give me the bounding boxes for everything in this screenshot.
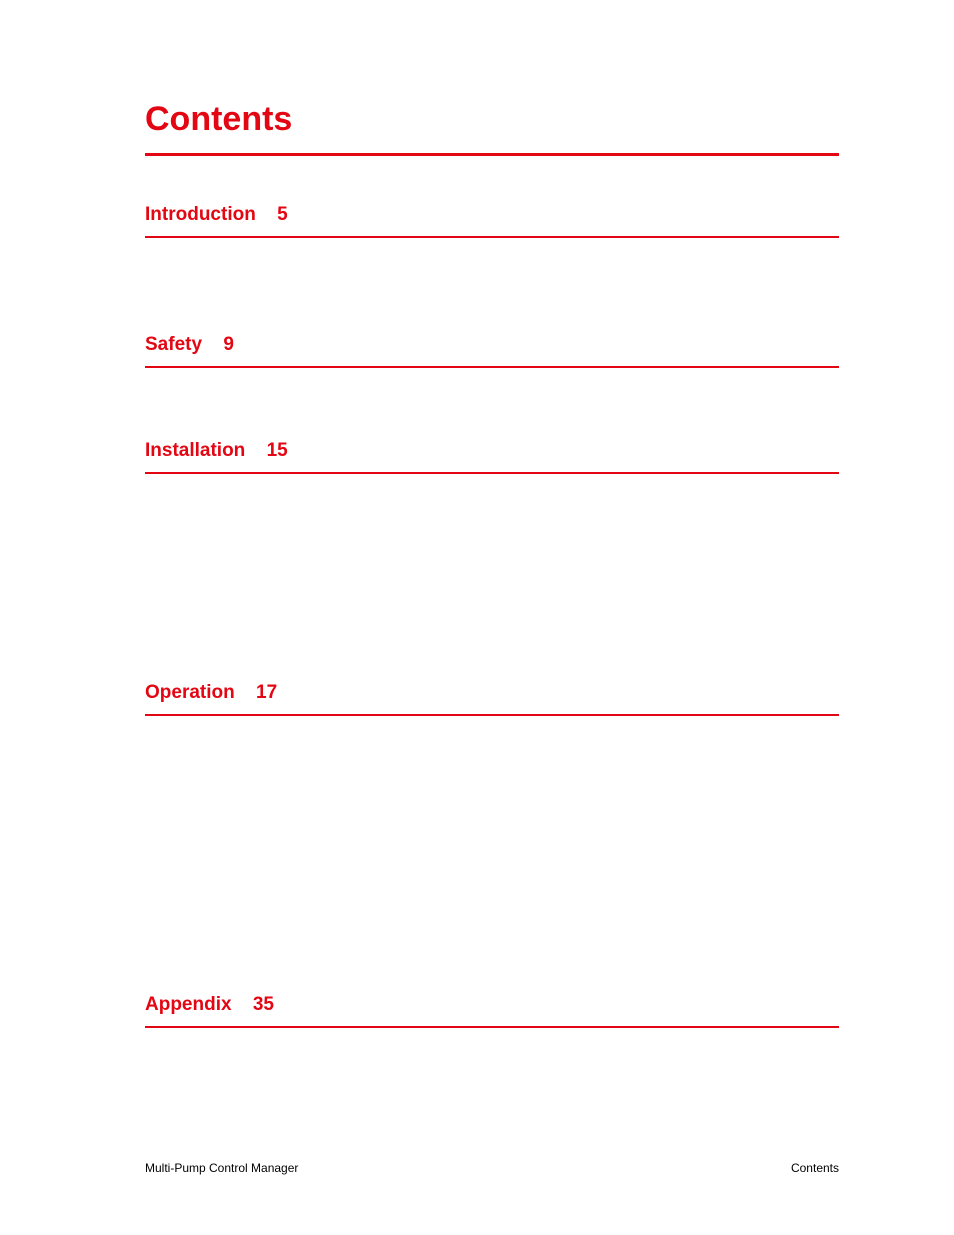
toc-entry-page: 9: [223, 334, 234, 355]
toc-entry-installation[interactable]: Installation 15: [145, 440, 839, 474]
footer-right: Contents: [791, 1161, 839, 1175]
toc-entry-page: 15: [267, 440, 288, 461]
spacer: [145, 368, 839, 440]
toc-entry-label: Appendix: [145, 994, 232, 1015]
spacer: [145, 238, 839, 334]
page: Contents Introduction 5 Safety 9 Install…: [0, 0, 954, 1235]
spacer: [145, 474, 839, 682]
toc-entry-label: Operation: [145, 682, 235, 703]
toc-entry-page: 17: [256, 682, 277, 703]
toc-entry-appendix[interactable]: Appendix 35: [145, 994, 839, 1028]
toc-entry-label: Introduction: [145, 204, 256, 225]
toc-entry-page: 35: [253, 994, 274, 1015]
toc-entry-label: Safety: [145, 334, 202, 355]
toc-entry-label: Installation: [145, 440, 245, 461]
footer-left: Multi-Pump Control Manager: [145, 1161, 298, 1175]
spacer: [145, 716, 839, 994]
toc-entry-operation[interactable]: Operation 17: [145, 682, 839, 716]
page-title: Contents: [145, 100, 839, 156]
page-footer: Multi-Pump Control Manager Contents: [145, 1161, 839, 1175]
toc-entry-safety[interactable]: Safety 9: [145, 334, 839, 368]
toc-entry-page: 5: [277, 204, 288, 225]
toc-entry-introduction[interactable]: Introduction 5: [145, 204, 839, 238]
